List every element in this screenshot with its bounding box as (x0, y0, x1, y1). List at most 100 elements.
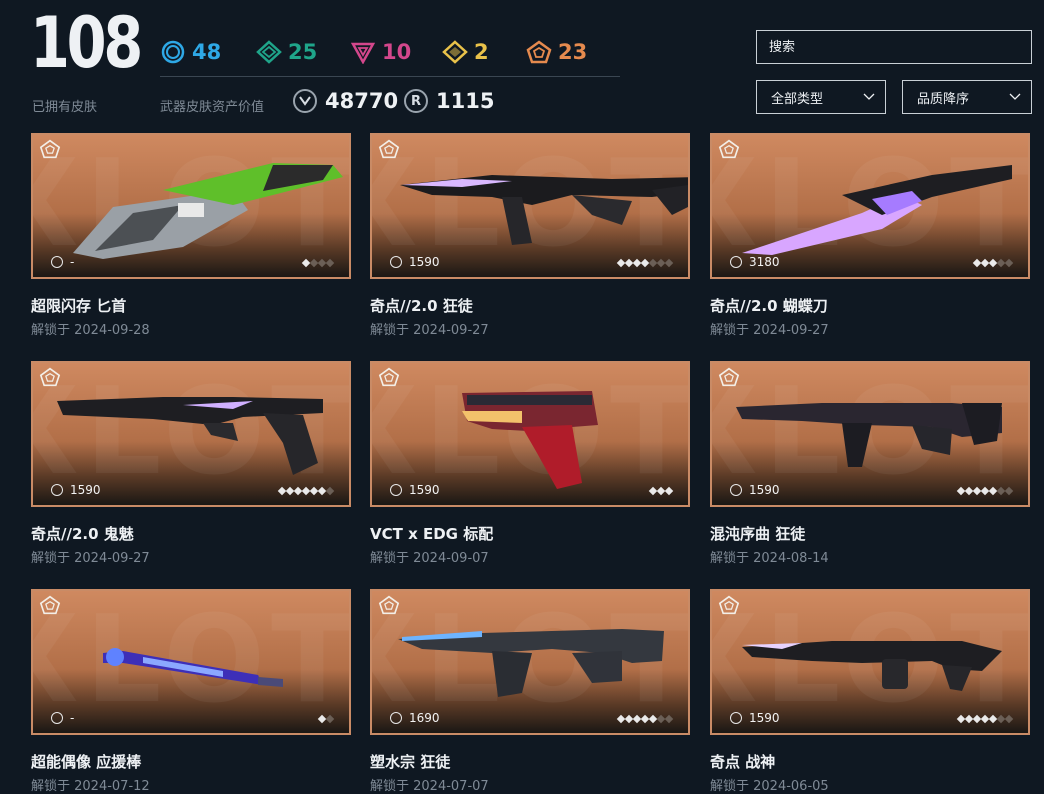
deluxe-tier-count: 25 (256, 37, 317, 67)
select-tier-value: 48 (192, 40, 222, 64)
sort-select-value: 品质降序 (917, 91, 970, 107)
valorant-points-icon (730, 484, 742, 496)
skin-price: 3180 (730, 255, 780, 269)
skin-count-label: 已拥有皮肤 (32, 100, 98, 115)
skin-unlock-date: 解锁于 2024-06-05 (710, 779, 829, 794)
rating-dots (277, 486, 335, 496)
rating-dots (616, 714, 674, 724)
radianite-icon: R (404, 89, 428, 113)
skin-price-value: 1590 (70, 483, 101, 497)
exclusive-tier-icon (442, 39, 468, 65)
skin-name: 奇点 战神 (710, 753, 776, 771)
valorant-points-icon (390, 256, 402, 268)
exclusive-tier-count: 2 (442, 37, 489, 67)
skin-price: 1590 (390, 255, 440, 269)
rating-dot (664, 486, 674, 496)
skin-name: 奇点//2.0 蝴蝶刀 (710, 297, 828, 315)
chevron-down-icon (863, 90, 875, 105)
radianite-value-text: 1115 (436, 89, 495, 113)
skin-price: 1590 (390, 483, 440, 497)
skin-name: 塑水宗 狂徒 (370, 753, 451, 771)
rating-dot (325, 258, 335, 268)
premium-tier-value: 10 (382, 40, 412, 64)
exclusive-tier-value: 2 (474, 40, 489, 64)
asset-value-label: 武器皮肤资产价值 (160, 100, 265, 115)
skin-unlock-date: 解锁于 2024-09-27 (710, 323, 829, 338)
rating-dots (956, 714, 1014, 724)
rating-dot (664, 258, 674, 268)
rating-dots (648, 486, 674, 496)
valorant-points-icon (390, 484, 402, 496)
deluxe-tier-icon (256, 39, 282, 65)
skin-card[interactable]: XLOT1690 (370, 589, 690, 735)
skin-name: 奇点//2.0 狂徒 (370, 297, 473, 315)
ultra-tier-icon (526, 39, 552, 65)
skin-count: 108 (30, 2, 143, 84)
skin-price-value: 1590 (749, 483, 780, 497)
premium-tier-count: 10 (350, 37, 411, 67)
header-divider (160, 76, 620, 77)
valorant-points-icon (390, 712, 402, 724)
valorant-points-icon (51, 256, 63, 268)
skin-price: - (51, 711, 74, 725)
skin-price: 1590 (730, 711, 780, 725)
skin-card[interactable]: XLOT1590 (31, 361, 351, 507)
ultra-tier-count: 23 (526, 37, 587, 67)
weapon-image (73, 163, 343, 259)
rating-dot (1004, 258, 1014, 268)
search-input[interactable] (756, 30, 1032, 64)
valorant-points-icon (51, 484, 63, 496)
vp-value: 48770 (293, 86, 398, 116)
rating-dots (956, 486, 1014, 496)
skin-price-value: 1690 (409, 711, 440, 725)
skin-name: 混沌序曲 狂徒 (710, 525, 806, 543)
skin-price-value: - (70, 255, 75, 269)
skin-price-value: 3180 (749, 255, 780, 269)
skin-price-value: 1590 (409, 255, 440, 269)
type-select-value: 全部类型 (771, 91, 824, 107)
type-select[interactable]: 全部类型 (756, 80, 886, 114)
skin-card[interactable]: XLOT- (31, 589, 351, 735)
valorant-points-icon (730, 712, 742, 724)
rating-dot (325, 714, 335, 724)
rating-dots (972, 258, 1014, 268)
chevron-down-icon (1009, 90, 1021, 105)
skin-card[interactable]: XLOT1590 (370, 133, 690, 279)
skin-unlock-date: 解锁于 2024-09-27 (370, 323, 489, 338)
rating-dots (616, 258, 674, 268)
rating-dot (325, 486, 335, 496)
skin-card[interactable]: XLOT- (31, 133, 351, 279)
rating-dot (1004, 714, 1014, 724)
skin-price: - (51, 255, 74, 269)
rating-dot (664, 714, 674, 724)
skin-price: 1690 (390, 711, 440, 725)
skin-unlock-date: 解锁于 2024-07-12 (31, 779, 150, 794)
skin-unlock-date: 解锁于 2024-09-07 (370, 551, 489, 566)
skin-name: VCT x EDG 标配 (370, 525, 494, 543)
valorant-points-icon (293, 89, 317, 113)
skin-price-value: - (70, 711, 75, 725)
skin-card[interactable]: XLOT1590 (710, 361, 1030, 507)
skin-price: 1590 (730, 483, 780, 497)
select-tier-count: 48 (160, 37, 221, 67)
weapon-image (103, 648, 283, 687)
sort-select[interactable]: 品质降序 (902, 80, 1032, 114)
skin-price: 1590 (51, 483, 101, 497)
skin-name: 超限闪存 匕首 (31, 297, 127, 315)
skin-name: 超能偶像 应援棒 (31, 753, 142, 771)
skin-card[interactable]: XLOT1590 (370, 361, 690, 507)
valorant-points-icon (51, 712, 63, 724)
select-tier-icon (160, 39, 186, 65)
skin-card[interactable]: XLOT3180 (710, 133, 1030, 279)
skin-unlock-date: 解锁于 2024-08-14 (710, 551, 829, 566)
skin-price-value: 1590 (409, 483, 440, 497)
skin-card[interactable]: XLOT1590 (710, 589, 1030, 735)
radianite-value: R 1115 (404, 86, 494, 116)
skin-name: 奇点//2.0 鬼魅 (31, 525, 134, 543)
skin-price-value: 1590 (749, 711, 780, 725)
rating-dot (1004, 486, 1014, 496)
premium-tier-icon (350, 39, 376, 65)
skin-unlock-date: 解锁于 2024-09-27 (31, 551, 150, 566)
rating-dots (317, 714, 335, 724)
deluxe-tier-value: 25 (288, 40, 318, 64)
